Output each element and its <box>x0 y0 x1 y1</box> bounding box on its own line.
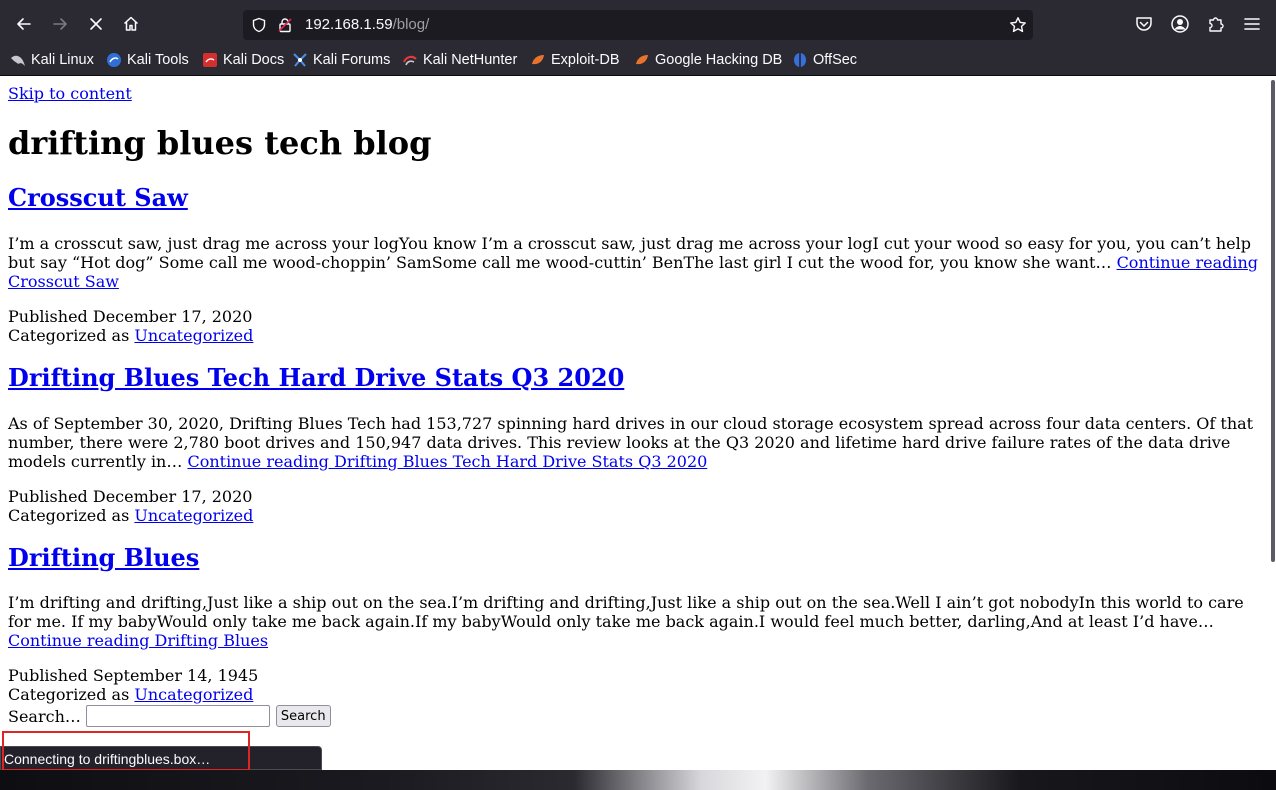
site-title: drifting blues tech blog <box>8 124 432 162</box>
post-title: Crosscut Saw <box>8 184 1262 212</box>
offsec-icon <box>794 53 806 67</box>
bookmark-item[interactable]: Kali Linux <box>10 51 94 69</box>
bookmark-label: Kali Docs <box>223 52 285 68</box>
scrollbar-thumb[interactable] <box>1271 80 1275 562</box>
bookmark-item[interactable]: Kali Tools <box>106 51 189 69</box>
post-category: Categorized as Uncategorized <box>8 685 608 704</box>
highlight-box <box>2 731 250 771</box>
bookmark-item[interactable]: Kali NetHunter <box>402 51 517 69</box>
categorized-label: Categorized as <box>8 326 135 345</box>
category-link[interactable]: Uncategorized <box>134 506 253 525</box>
continue-reading-link[interactable]: Continue reading Drifting Blues Tech Har… <box>187 452 707 471</box>
bookmark-label: Kali Tools <box>127 52 189 68</box>
post-published-date: Published December 17, 2020 <box>8 487 253 506</box>
bookmark-label: Kali Forums <box>313 52 391 68</box>
category-link[interactable]: Uncategorized <box>134 685 253 704</box>
search-form: Search… Search <box>8 704 331 728</box>
post-meta: Published December 17, 2020 Categorized … <box>8 307 608 345</box>
insecure-lock-icon[interactable] <box>277 17 293 33</box>
bookmark-label: Kali NetHunter <box>423 52 518 68</box>
google-hacking-db-icon <box>636 55 648 65</box>
navigation-toolbar: 192.168.1.59/blog/ <box>0 4 1276 44</box>
post-title-link[interactable]: Crosscut Saw <box>8 183 188 212</box>
post-published-date: Published December 17, 2020 <box>8 307 253 326</box>
post-excerpt: I’m a crosscut saw, just drag me across … <box>8 234 1262 291</box>
post-category: Categorized as Uncategorized <box>8 326 608 345</box>
account-icon[interactable] <box>1170 14 1190 34</box>
pocket-icon[interactable] <box>1134 14 1154 34</box>
skip-to-content-link[interactable]: Skip to content <box>8 84 132 103</box>
bookmark-label: Kali Linux <box>31 52 94 68</box>
shield-icon[interactable] <box>251 17 267 33</box>
bookmark-label: OffSec <box>813 52 858 68</box>
home-icon <box>123 16 139 31</box>
url-path: /blog/ <box>392 16 430 33</box>
bookmark-item[interactable]: Google Hacking DB <box>634 51 782 69</box>
kali-nethunter-icon <box>402 55 417 66</box>
post-title: Drifting Blues <box>8 544 1262 572</box>
desktop-wallpaper <box>0 770 1276 790</box>
url-host: 192.168.1.59 <box>305 16 393 33</box>
post-excerpt: As of September 30, 2020, Drifting Blues… <box>8 414 1262 471</box>
kali-dragon-icon <box>11 55 25 66</box>
categorized-label: Categorized as <box>8 685 135 704</box>
bookmarks-toolbar: Kali Linux Kali Tools Kali Docs Kali For… <box>0 44 1276 76</box>
search-label: Search… <box>8 706 81 726</box>
post-excerpt-text: I’m drifting and drifting,Just like a sh… <box>8 593 1244 631</box>
category-link[interactable]: Uncategorized <box>134 326 253 345</box>
post-excerpt: I’m drifting and drifting,Just like a sh… <box>8 593 1262 650</box>
post-title-link[interactable]: Drifting Blues <box>8 543 199 572</box>
stop-button[interactable] <box>82 10 110 38</box>
post-article: Drifting Blues I’m drifting and drifting… <box>8 544 1262 705</box>
post-meta: Published September 14, 1945 Categorized… <box>8 666 608 704</box>
post-meta: Published December 17, 2020 Categorized … <box>8 487 608 525</box>
post-excerpt-text: I’m a crosscut saw, just drag me across … <box>8 234 1251 272</box>
forward-button[interactable] <box>46 10 74 38</box>
arrow-right-icon <box>53 18 67 30</box>
page-viewport: Skip to content drifting blues tech blog… <box>0 76 1270 770</box>
search-input[interactable] <box>85 705 270 727</box>
post-published-date: Published September 14, 1945 <box>8 666 259 685</box>
search-button[interactable]: Search <box>275 705 331 727</box>
close-icon <box>90 18 102 30</box>
hamburger-menu-icon[interactable] <box>1242 14 1262 34</box>
post-article: Drifting Blues Tech Hard Drive Stats Q3 … <box>8 364 1262 526</box>
exploit-db-icon <box>532 55 544 65</box>
continue-reading-link[interactable]: Continue reading Drifting Blues <box>8 631 268 650</box>
bookmark-label: Exploit-DB <box>551 52 620 68</box>
kali-docs-icon <box>203 53 217 67</box>
categorized-label: Categorized as <box>8 506 135 525</box>
bookmark-item[interactable]: OffSec <box>792 51 857 69</box>
post-category: Categorized as Uncategorized <box>8 506 608 525</box>
bookmark-star-icon[interactable] <box>1009 16 1027 34</box>
bookmark-item[interactable]: Kali Docs <box>202 51 284 69</box>
post-title-link[interactable]: Drifting Blues Tech Hard Drive Stats Q3 … <box>8 363 624 392</box>
back-button[interactable] <box>10 10 38 38</box>
bookmark-item[interactable]: Exploit-DB <box>530 51 620 69</box>
arrow-left-icon <box>17 18 31 30</box>
home-button[interactable] <box>117 10 145 38</box>
url-text[interactable]: 192.168.1.59/blog/ <box>305 16 429 33</box>
bookmark-label: Google Hacking DB <box>655 52 783 68</box>
post-title: Drifting Blues Tech Hard Drive Stats Q3 … <box>8 364 1262 392</box>
kali-forums-icon <box>293 53 307 67</box>
url-bar[interactable]: 192.168.1.59/blog/ <box>243 10 1033 40</box>
bookmark-item[interactable]: Kali Forums <box>292 51 390 69</box>
post-article: Crosscut Saw I’m a crosscut saw, just dr… <box>8 184 1262 346</box>
extensions-puzzle-icon[interactable] <box>1206 14 1226 34</box>
kali-tools-icon <box>107 53 121 67</box>
